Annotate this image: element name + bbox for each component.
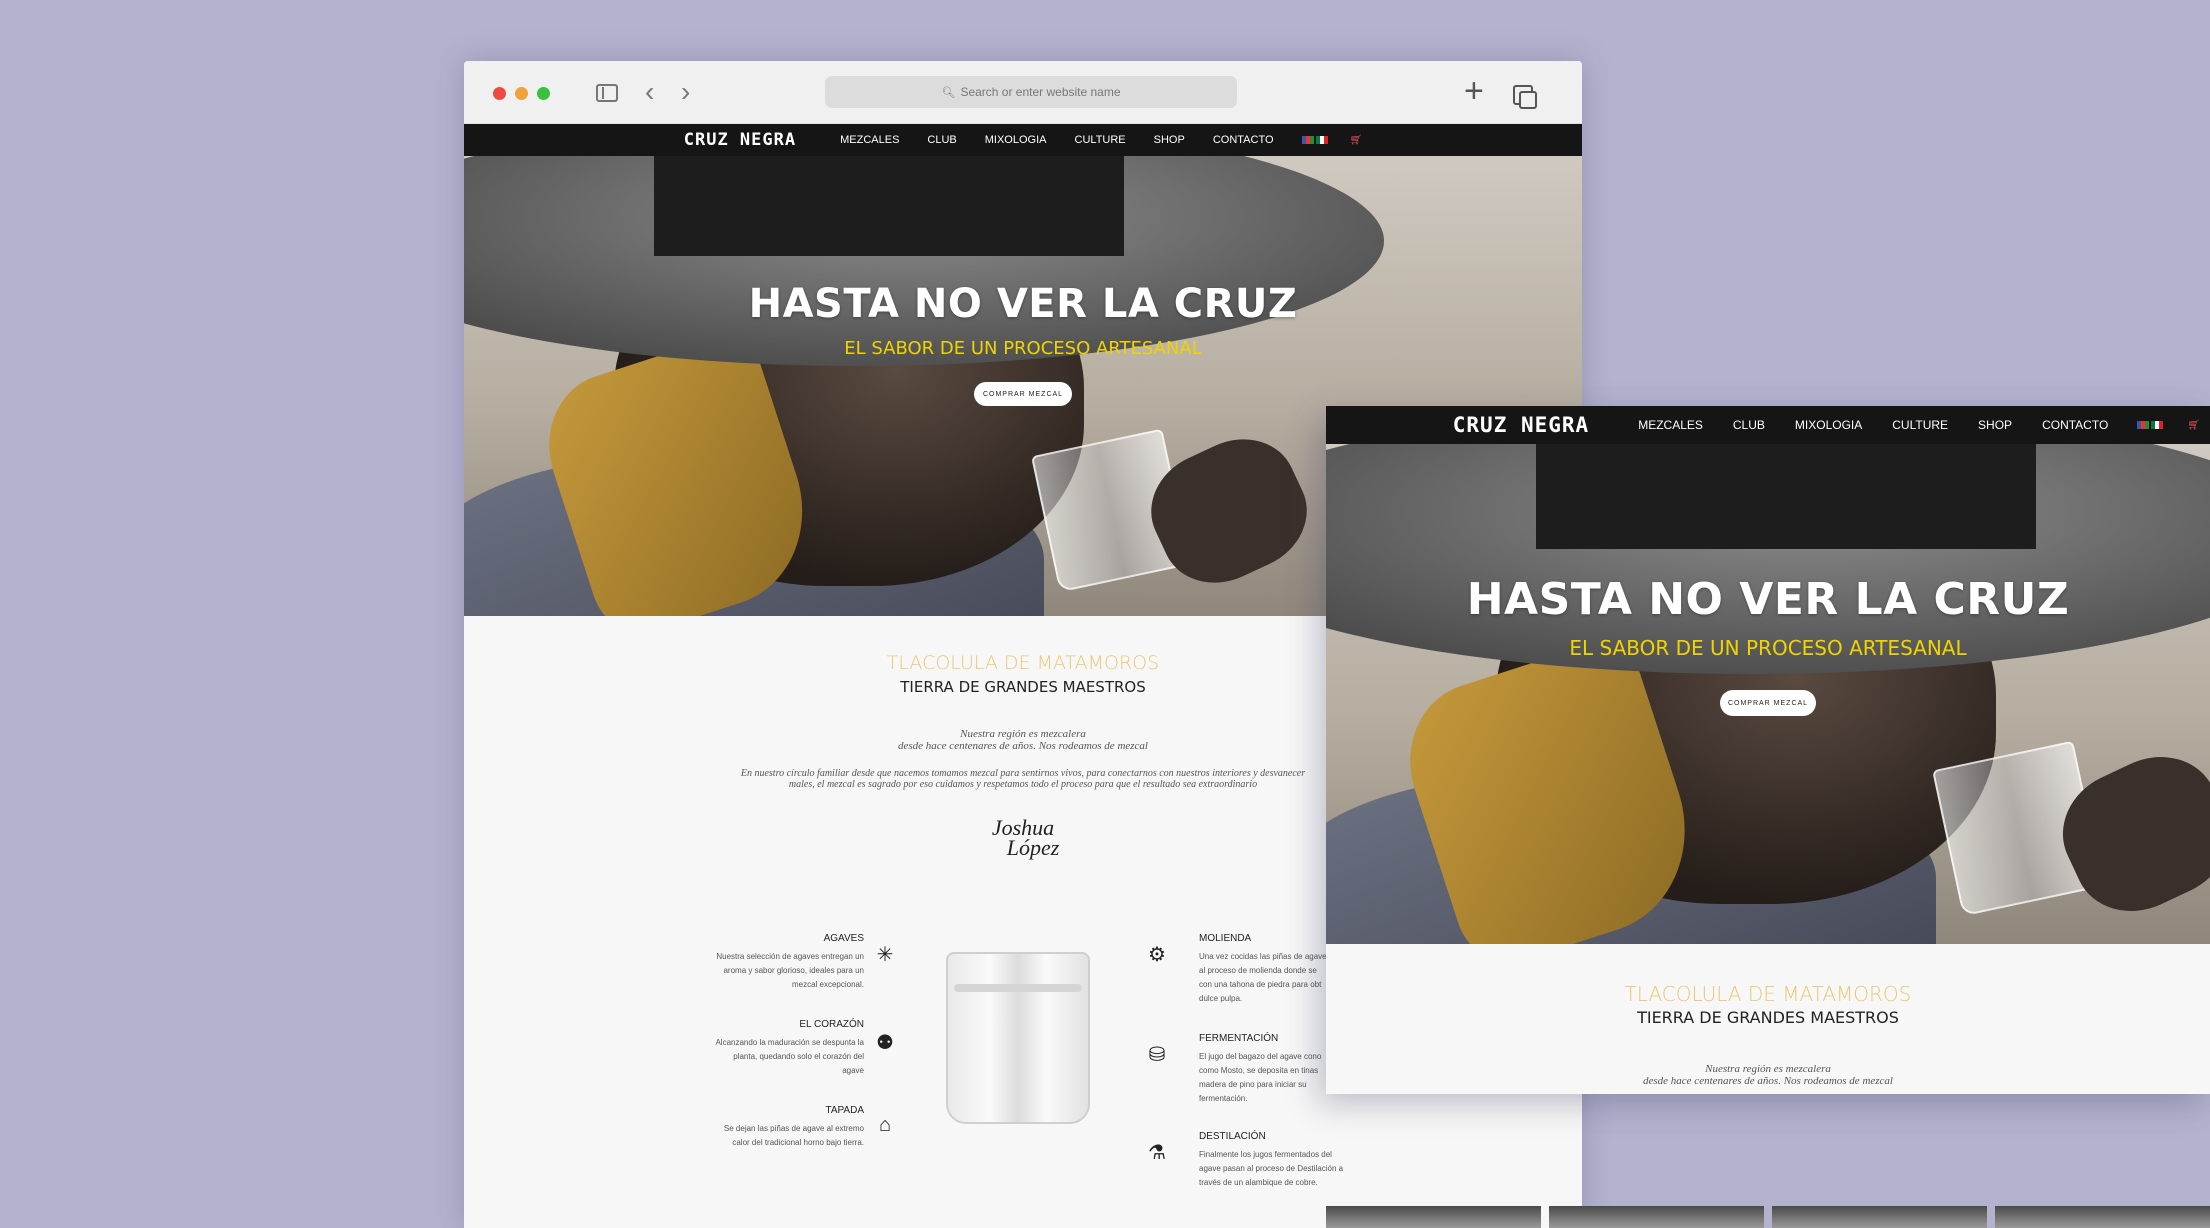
mill-icon: ⚙ — [1148, 944, 1166, 966]
flag-en-icon[interactable] — [2137, 421, 2150, 429]
mezcal-glass-image — [946, 952, 1090, 1124]
step-title: TAPADA — [825, 1105, 864, 1116]
region-tagline: TIERRA DE GRANDES MAESTROS — [1637, 1008, 1899, 1027]
region-title: TLACOLULA DE MATAMOROS — [1624, 982, 1912, 1006]
buy-mezcal-button[interactable]: COMPRAR MEZCAL — [1720, 690, 1816, 716]
nav-mixologia[interactable]: MIXOLOGIA — [985, 134, 1047, 146]
site-logo[interactable]: CRUZ NEGRA — [684, 130, 796, 150]
intro-section-preview: TLACOLULA DE MATAMOROS TIERRA DE GRANDES… — [1326, 944, 2210, 1094]
browser-toolbar: ‹ › 🔍︎ Search or enter website name + — [464, 61, 1582, 124]
step-tapada: TAPADA Se dejan las piñas de agave al ex… — [684, 1104, 864, 1150]
agave-icon: ✳ — [876, 944, 894, 966]
site-navbar-preview: CRUZ NEGRA MEZCALES CLUB MIXOLOGIA CULTU… — [1326, 406, 2210, 444]
still-icon: ⚗ — [1148, 1142, 1166, 1164]
nav-culture[interactable]: CULTURE — [1075, 134, 1126, 146]
desktop-preview-window: CRUZ NEGRA MEZCALES CLUB MIXOLOGIA CULTU… — [1326, 406, 2210, 1094]
site-navbar: CRUZ NEGRA MEZCALES CLUB MIXOLOGIA CULTU… — [464, 124, 1582, 156]
hero-title: HASTA NO VER LA CRUZ — [748, 281, 1298, 327]
heart-of-agave-icon: ⚉ — [876, 1032, 894, 1054]
sidebar-toggle-icon[interactable] — [596, 84, 618, 102]
back-arrow-icon[interactable]: ‹ — [645, 78, 654, 106]
nav-shop[interactable]: SHOP — [1978, 418, 2012, 432]
flag-en-icon[interactable] — [1301, 136, 1314, 144]
new-tab-icon[interactable]: + — [1464, 74, 1484, 108]
nav-culture[interactable]: CULTURE — [1892, 418, 1948, 432]
nav-mezcales[interactable]: MEZCALES — [840, 134, 899, 146]
nav-club[interactable]: CLUB — [1733, 418, 1765, 432]
oven-icon: ⌂ — [878, 1114, 892, 1136]
gallery-thumbnail — [1549, 1206, 1764, 1228]
step-title: AGAVES — [823, 933, 864, 944]
nav-mezcales[interactable]: MEZCALES — [1638, 418, 1703, 432]
step-agaves: AGAVES Nuestra selección de agaves entre… — [684, 932, 864, 992]
quote-line-1: Nuestra región es mezcalera — [1705, 1063, 1831, 1075]
hero-title: HASTA NO VER LA CRUZ — [1466, 574, 2070, 625]
minimize-window-button[interactable] — [515, 87, 528, 100]
nav-contacto[interactable]: CONTACTO — [1213, 134, 1274, 146]
hero-subtitle: EL SABOR DE UN PROCESO ARTESANAL — [1569, 636, 1967, 660]
hero-banner-preview: HASTA NO VER LA CRUZ EL SABOR DE UN PROC… — [1326, 444, 2210, 944]
address-placeholder: Search or enter website name — [960, 85, 1121, 99]
flag-mx-icon[interactable] — [2151, 421, 2164, 429]
nav-club[interactable]: CLUB — [927, 134, 956, 146]
step-title: DESTILACIÓN — [1199, 1131, 1266, 1142]
maximize-window-button[interactable] — [537, 87, 550, 100]
cart-icon[interactable]: 🛒︎ — [2187, 420, 2200, 431]
step-title: EL CORAZÓN — [799, 1019, 864, 1030]
step-destilacion: DESTILACIÓN Finalmente los jugos ferment… — [1199, 1130, 1369, 1190]
site-logo[interactable]: CRUZ NEGRA — [1453, 413, 1589, 437]
nav-mixologia[interactable]: MIXOLOGIA — [1795, 418, 1862, 432]
barrel-icon: ⛁ — [1148, 1044, 1166, 1066]
address-bar[interactable]: 🔍︎ Search or enter website name — [825, 76, 1237, 108]
step-corazon: EL CORAZÓN Alcanzando la maduración se d… — [684, 1018, 864, 1078]
close-window-button[interactable] — [493, 87, 506, 100]
gallery-thumbnail — [1326, 1206, 1541, 1228]
hero-subtitle: EL SABOR DE UN PROCESO ARTESANAL — [844, 338, 1202, 359]
gallery-thumbnail — [1772, 1206, 1987, 1228]
tab-overview-icon[interactable] — [1513, 85, 1537, 109]
nav-contacto[interactable]: CONTACTO — [2042, 418, 2108, 432]
gallery-thumbnail — [1995, 1206, 2210, 1228]
nav-shop[interactable]: SHOP — [1154, 134, 1185, 146]
cart-icon[interactable]: 🛒︎ — [1350, 135, 1363, 146]
quote-line-2: desde hace centenares de años. Nos rodea… — [1643, 1075, 1893, 1087]
forward-arrow-icon[interactable]: › — [681, 78, 690, 106]
search-icon: 🔍︎ — [941, 86, 956, 99]
buy-mezcal-button[interactable]: COMPRAR MEZCAL — [974, 382, 1072, 406]
flag-mx-icon[interactable] — [1315, 136, 1328, 144]
gallery-strip — [1326, 1206, 2210, 1228]
